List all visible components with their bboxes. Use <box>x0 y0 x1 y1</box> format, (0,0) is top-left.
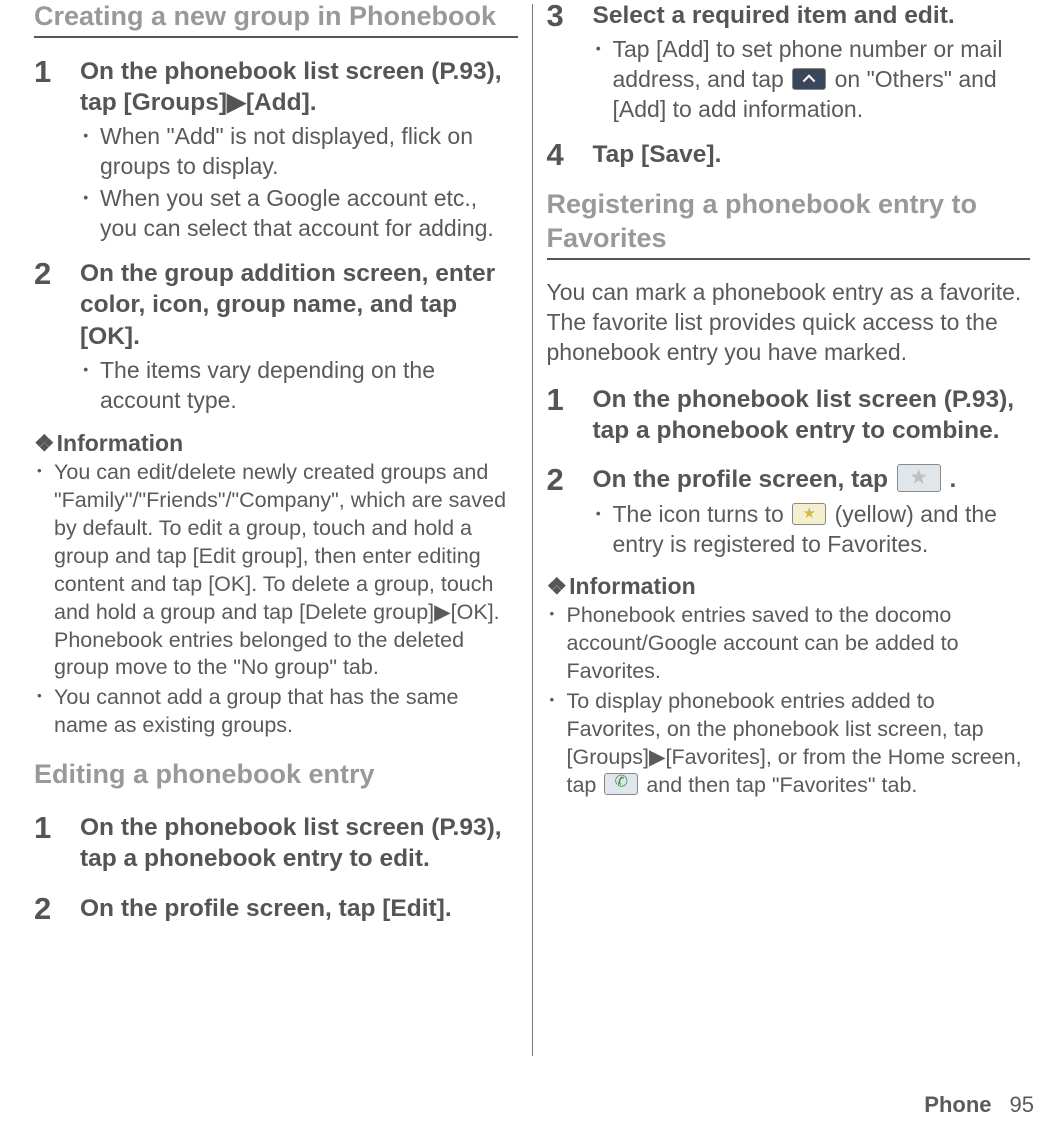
step-number: 3 <box>547 0 593 125</box>
phone-app-icon: ✆ <box>604 773 638 795</box>
page-number: 95 <box>1010 1092 1034 1117</box>
info-text: You can edit/delete newly created groups… <box>54 459 518 683</box>
bullet-dot: ･ <box>34 684 54 740</box>
step-heading: On the profile screen, tap ★ . <box>593 464 1031 495</box>
step-heading: On the group addition screen, enter colo… <box>80 258 518 352</box>
two-column-layout: Creating a new group in Phonebook 1 On t… <box>20 0 1044 1060</box>
step-number: 2 <box>34 893 80 928</box>
bullet-item: ･ The icon turns to ★ (yellow) and the e… <box>593 500 1031 560</box>
favorites-step-2: 2 On the profile screen, tap ★ . ･ The i… <box>547 464 1031 559</box>
section-title-create-group: Creating a new group in Phonebook <box>34 0 518 38</box>
bullet-text: Tap [Add] to set phone number or mail ad… <box>613 35 1031 125</box>
information-heading: ❖Information <box>34 430 518 457</box>
step-body: On the profile screen, tap ★ . ･ The ico… <box>593 464 1031 559</box>
edit-entry-step-1: 1 On the phonebook list screen (P.93), t… <box>34 812 518 879</box>
step-body: On the phonebook list screen (P.93), tap… <box>593 384 1031 451</box>
left-column: Creating a new group in Phonebook 1 On t… <box>20 0 532 1060</box>
bullet-text: When you set a Google account etc., you … <box>100 184 518 244</box>
text-part: . <box>943 466 957 493</box>
bullet-item: ･ The items vary depending on the accoun… <box>80 356 518 416</box>
bullet-dot: ･ <box>547 688 567 800</box>
step-body: On the phonebook list screen (P.93), tap… <box>80 56 518 244</box>
edit-entry-step-2: 2 On the profile screen, tap [Edit]. <box>34 893 518 928</box>
step-body: On the group addition screen, enter colo… <box>80 258 518 416</box>
step-heading: On the profile screen, tap [Edit]. <box>80 893 518 924</box>
text-part: On the profile screen, tap <box>593 466 895 493</box>
star-yellow-icon: ★ <box>792 503 826 525</box>
bullet-item: ･ When you set a Google account etc., yo… <box>80 184 518 244</box>
bullet-dot: ･ <box>80 356 100 416</box>
edit-entry-step-3: 3 Select a required item and edit. ･ Tap… <box>547 0 1031 125</box>
bullet-item: ･ When "Add" is not displayed, flick on … <box>80 122 518 182</box>
info-text: You cannot add a group that has the same… <box>54 684 518 740</box>
page-footer: Phone 95 <box>924 1092 1034 1118</box>
step-body: On the phonebook list screen (P.93), tap… <box>80 812 518 879</box>
create-group-step-1: 1 On the phonebook list screen (P.93), t… <box>34 56 518 244</box>
bullet-dot: ･ <box>547 602 567 686</box>
text-part: and then tap "Favorites" tab. <box>640 773 917 797</box>
information-label: Information <box>569 573 696 599</box>
info-bullet: ･ You can edit/delete newly created grou… <box>34 459 518 683</box>
step-number: 1 <box>547 384 593 451</box>
bullet-text: The items vary depending on the account … <box>100 356 518 416</box>
bullet-item: ･ Tap [Add] to set phone number or mail … <box>593 35 1031 125</box>
information-label: Information <box>57 430 184 456</box>
bullet-text: When "Add" is not displayed, flick on gr… <box>100 122 518 182</box>
step-body: Tap [Save]. <box>593 139 1031 174</box>
step-heading: On the phonebook list screen (P.93), tap… <box>80 812 518 875</box>
info-bullet: ･ Phonebook entries saved to the docomo … <box>547 602 1031 686</box>
footer-section-label: Phone <box>924 1092 991 1117</box>
step-heading: On the phonebook list screen (P.93), tap… <box>593 384 1031 447</box>
step-heading: Select a required item and edit. <box>593 0 1031 31</box>
section-title-edit-entry: Editing a phonebook entry <box>34 758 518 794</box>
info-text: To display phonebook entries added to Fa… <box>567 688 1031 800</box>
bullet-dot: ･ <box>34 459 54 683</box>
bullet-dot: ･ <box>593 35 613 125</box>
bullet-dot: ･ <box>80 122 100 182</box>
section-title-favorites: Registering a phonebook entry to Favorit… <box>547 188 1031 260</box>
step-number: 2 <box>34 258 80 416</box>
step-number: 4 <box>547 139 593 174</box>
expand-icon <box>792 68 826 90</box>
information-heading: ❖Information <box>547 573 1031 600</box>
info-bullet: ･ You cannot add a group that has the sa… <box>34 684 518 740</box>
edit-entry-step-4: 4 Tap [Save]. <box>547 139 1031 174</box>
step-number: 1 <box>34 56 80 244</box>
step-body: Select a required item and edit. ･ Tap [… <box>593 0 1031 125</box>
step-body: On the profile screen, tap [Edit]. <box>80 893 518 928</box>
favorites-intro: You can mark a phonebook entry as a favo… <box>547 278 1031 368</box>
info-text: Phonebook entries saved to the docomo ac… <box>567 602 1031 686</box>
info-bullet: ･ To display phonebook entries added to … <box>547 688 1031 800</box>
bullet-dot: ･ <box>593 500 613 560</box>
favorites-step-1: 1 On the phonebook list screen (P.93), t… <box>547 384 1031 451</box>
right-column: 3 Select a required item and edit. ･ Tap… <box>533 0 1045 1060</box>
text-part: The icon turns to <box>613 501 791 527</box>
step-number: 1 <box>34 812 80 879</box>
star-outline-icon: ★ <box>897 464 941 492</box>
create-group-step-2: 2 On the group addition screen, enter co… <box>34 258 518 416</box>
step-heading: On the phonebook list screen (P.93), tap… <box>80 56 518 119</box>
bullet-text: The icon turns to ★ (yellow) and the ent… <box>613 500 1031 560</box>
bullet-dot: ･ <box>80 184 100 244</box>
step-heading: Tap [Save]. <box>593 139 1031 170</box>
diamond-icon: ❖ <box>34 430 55 456</box>
step-number: 2 <box>547 464 593 559</box>
diamond-icon: ❖ <box>547 573 568 599</box>
